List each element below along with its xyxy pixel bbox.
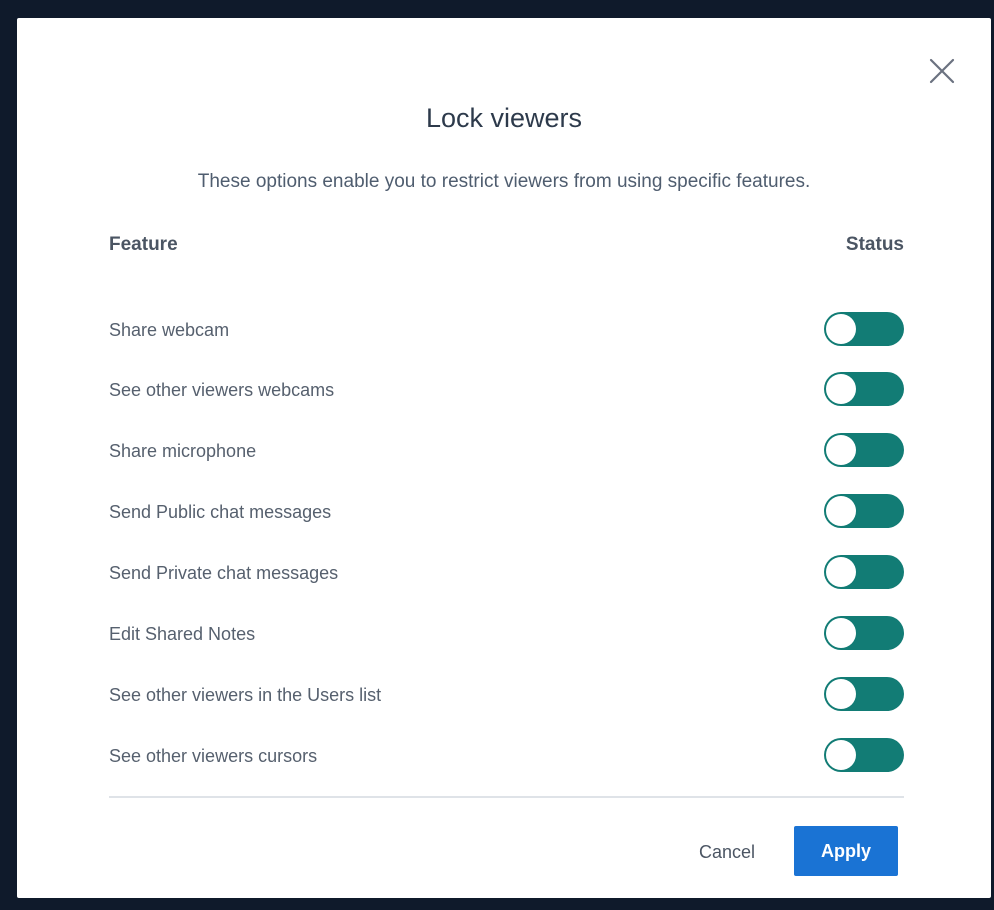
feature-label: See other viewers in the Users list <box>109 685 382 705</box>
feature-label: Share microphone <box>109 441 257 461</box>
status-column-header: Status <box>845 234 904 255</box>
feature-label: See other viewers cursors <box>109 746 318 766</box>
feature-row-share-webcam: Share webcam <box>109 312 904 352</box>
lock-viewers-dialog: Lock viewers These options enable you to… <box>17 18 991 898</box>
feature-label: Edit Shared Notes <box>109 624 256 644</box>
private-chat-toggle[interactable] <box>824 555 904 589</box>
shared-notes-toggle[interactable] <box>824 616 904 650</box>
cancel-button[interactable]: Cancel <box>685 833 769 871</box>
footer-divider <box>109 796 904 798</box>
public-chat-toggle[interactable] <box>824 494 904 528</box>
toggle-knob <box>826 496 856 526</box>
feature-row-private-chat: Send Private chat messages <box>109 555 904 595</box>
dialog-description: These options enable you to restrict vie… <box>197 171 811 192</box>
close-icon <box>929 58 955 84</box>
feature-label: Share webcam <box>109 320 230 340</box>
feature-label: See other viewers webcams <box>109 380 335 400</box>
toggle-knob <box>826 374 856 404</box>
share-microphone-toggle[interactable] <box>824 433 904 467</box>
toggle-knob <box>826 618 856 648</box>
close-button[interactable] <box>927 56 957 86</box>
toggle-knob <box>826 740 856 770</box>
feature-label: Send Public chat messages <box>109 502 332 522</box>
feature-row-viewer-cursors: See other viewers cursors <box>109 738 904 778</box>
feature-row-public-chat: Send Public chat messages <box>109 494 904 534</box>
feature-row-shared-notes: Edit Shared Notes <box>109 616 904 656</box>
viewer-cursors-toggle[interactable] <box>824 738 904 772</box>
apply-button[interactable]: Apply <box>794 826 898 876</box>
feature-row-share-microphone: Share microphone <box>109 433 904 473</box>
toggle-knob <box>826 679 856 709</box>
toggle-knob <box>826 314 856 344</box>
feature-column-header: Feature <box>109 234 178 255</box>
toggle-knob <box>826 557 856 587</box>
toggle-knob <box>826 435 856 465</box>
share-webcam-toggle[interactable] <box>824 312 904 346</box>
feature-row-see-other-webcams: See other viewers webcams <box>109 372 904 412</box>
dialog-title: Lock viewers <box>425 103 583 133</box>
see-other-webcams-toggle[interactable] <box>824 372 904 406</box>
users-list-toggle[interactable] <box>824 677 904 711</box>
feature-label: Send Private chat messages <box>109 563 339 583</box>
feature-row-users-list: See other viewers in the Users list <box>109 677 904 717</box>
